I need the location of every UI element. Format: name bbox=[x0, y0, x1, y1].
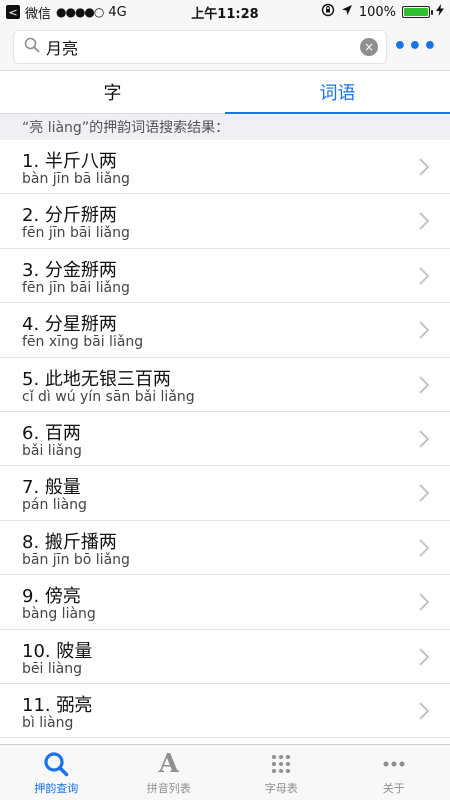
result-word: 9. 傍亮 bbox=[22, 586, 81, 608]
carrier-back-label[interactable]: 微信 bbox=[25, 3, 51, 22]
chevron-right-icon bbox=[419, 484, 430, 503]
chevron-right-icon bbox=[419, 158, 430, 176]
tab-words[interactable]: 词语 bbox=[225, 71, 450, 114]
result-item[interactable]: 1. 半斤八两 bàn jīn bā liǎng bbox=[0, 140, 450, 195]
status-bar: < 微信 ●●●●○ 4G 上午11:28 100% bbox=[0, 0, 450, 24]
result-pinyin: cǐ dì wú yín sān bǎi liǎng bbox=[22, 388, 195, 405]
location-arrow-icon bbox=[341, 4, 353, 20]
back-to-app-icon[interactable]: < bbox=[6, 5, 20, 19]
network-type: 4G bbox=[108, 4, 127, 20]
result-pinyin: bān jīn bō liǎng bbox=[22, 551, 130, 568]
result-word: 7. 般量 bbox=[22, 477, 81, 499]
more-options-button[interactable]: ••• bbox=[393, 36, 438, 58]
battery-percent: 100% bbox=[358, 4, 396, 20]
battery-icon bbox=[402, 6, 433, 18]
result-word: 10. 陂量 bbox=[22, 640, 93, 662]
result-item[interactable]: 7. 般量 pán liàng bbox=[0, 466, 450, 521]
tabbar-label: 拼音列表 bbox=[146, 781, 191, 795]
result-item[interactable]: 3. 分金掰两 fēn jīn bāi liǎng bbox=[0, 249, 450, 304]
chevron-right-icon bbox=[419, 539, 430, 557]
chevron-right-icon bbox=[419, 375, 430, 394]
status-left: < 微信 ●●●●○ 4G bbox=[6, 3, 127, 22]
tabbar-about[interactable]: 关于 bbox=[338, 745, 450, 800]
result-pinyin: bì liàng bbox=[22, 714, 74, 731]
result-pinyin: bàng liàng bbox=[22, 606, 96, 623]
signal-strength: ●●●●○ bbox=[56, 5, 104, 19]
result-pinyin: fēn jīn bāi liǎng bbox=[22, 279, 130, 296]
result-pinyin: fēn xīng bāi liǎng bbox=[22, 334, 144, 351]
result-pinyin: pán liàng bbox=[22, 497, 87, 514]
result-item[interactable]: 10. 陂量 bēi liàng bbox=[0, 630, 450, 684]
charging-icon bbox=[436, 4, 444, 20]
result-word: 8. 搬斤播两 bbox=[22, 531, 117, 553]
tabbar-alphabet[interactable]: 字母表 bbox=[225, 745, 338, 800]
chevron-right-icon bbox=[419, 212, 430, 231]
result-word: 6. 百两 bbox=[22, 422, 81, 444]
tabbar-rhyme-search[interactable]: 押韵查询 bbox=[0, 745, 113, 800]
result-item[interactable]: 9. 傍亮 bàng liàng bbox=[0, 575, 450, 630]
result-pinyin: bàn jīn bā liǎng bbox=[22, 171, 130, 187]
chevron-right-icon bbox=[419, 430, 430, 448]
chevron-right-icon bbox=[419, 593, 430, 611]
tabbar-pinyin-list[interactable]: A 拼音列表 bbox=[113, 745, 226, 800]
result-item[interactable]: 5. 此地无银三百两 cǐ dì wú yín sān bǎi liǎng bbox=[0, 358, 450, 412]
tabbar-label: 押韵查询 bbox=[34, 781, 79, 795]
result-item[interactable]: 11. 弼亮 bì liàng bbox=[0, 684, 450, 739]
result-word: 2. 分斤掰两 bbox=[22, 205, 117, 227]
bottom-tab-bar: 押韵查询 A 拼音列表 字母表 关于 bbox=[0, 744, 450, 800]
result-pinyin: fēn jīn bāi liǎng bbox=[22, 225, 130, 242]
result-pinyin: bǎi liǎng bbox=[22, 442, 82, 459]
tabbar-label: 关于 bbox=[382, 781, 405, 795]
result-item[interactable]: 8. 搬斤播两 bān jīn bō liǎng bbox=[0, 521, 450, 576]
chevron-right-icon bbox=[419, 321, 430, 339]
search-box[interactable]: × bbox=[13, 30, 387, 64]
result-word: 4. 分星掰两 bbox=[22, 314, 117, 336]
chevron-right-icon bbox=[419, 647, 430, 666]
segment-tabs: 字 词语 bbox=[0, 70, 450, 114]
grid-icon bbox=[271, 750, 291, 778]
more-icon bbox=[383, 750, 405, 778]
clear-search-button[interactable]: × bbox=[360, 38, 378, 56]
result-word: 1. 半斤八两 bbox=[22, 151, 117, 172]
result-pinyin: bēi liàng bbox=[22, 660, 82, 677]
result-word: 3. 分金掰两 bbox=[22, 259, 117, 281]
results-list: 1. 半斤八两 bàn jīn bā liǎng 2. 分斤掰两 fēn jīn… bbox=[0, 140, 450, 744]
search-input[interactable] bbox=[46, 37, 360, 57]
result-item[interactable]: 4. 分星掰两 fēn xīng bāi liǎng bbox=[0, 303, 450, 358]
chevron-right-icon bbox=[419, 702, 430, 720]
chevron-right-icon bbox=[419, 267, 430, 285]
result-item[interactable]: 6. 百两 bǎi liǎng bbox=[0, 412, 450, 467]
tab-character[interactable]: 字 bbox=[0, 71, 225, 113]
result-header: “亮 liàng”的押韵词语搜索结果： bbox=[0, 114, 450, 140]
search-icon bbox=[43, 750, 69, 778]
result-word: 5. 此地无银三百两 bbox=[22, 368, 171, 390]
orientation-lock-icon bbox=[321, 3, 335, 21]
status-right: 100% bbox=[321, 3, 444, 21]
search-icon bbox=[24, 37, 40, 57]
result-word: 11. 弼亮 bbox=[22, 694, 93, 716]
search-header: × ••• bbox=[0, 24, 450, 70]
tabbar-label: 字母表 bbox=[264, 781, 298, 795]
letter-a-icon: A bbox=[158, 748, 179, 779]
result-item[interactable]: 2. 分斤掰两 fēn jīn bāi liǎng bbox=[0, 194, 450, 249]
